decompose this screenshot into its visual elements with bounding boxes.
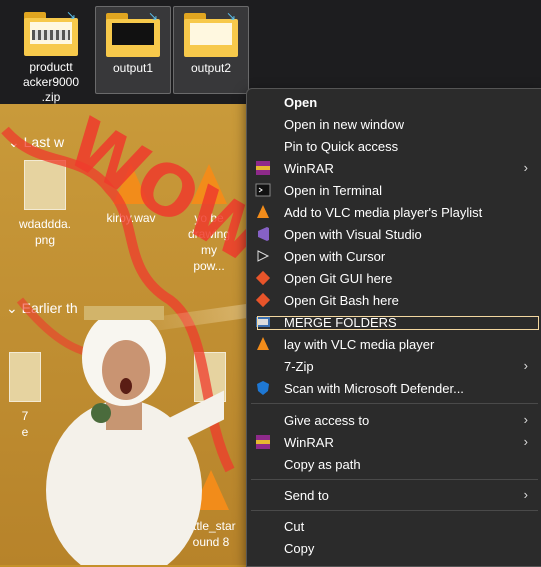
menu-item-open-terminal[interactable]: Open in Terminal: [247, 179, 541, 201]
menu-item-cut[interactable]: Cut: [247, 515, 541, 537]
git-icon: [255, 270, 271, 286]
menu-item-label: Give access to: [284, 413, 370, 428]
menu-item-label: Open: [284, 95, 318, 110]
menu-item-label: Add to VLC media player's Playlist: [284, 205, 483, 220]
menu-separator: [251, 510, 538, 511]
git-icon: [255, 292, 271, 308]
cloud-sync-icon: ↘: [225, 9, 236, 23]
menu-item-open[interactable]: Open: [247, 91, 541, 113]
pointing-man-overlay: [46, 306, 224, 565]
terminal-icon: [255, 183, 271, 197]
menu-item-give-access[interactable]: Give access to ›: [247, 409, 541, 431]
winrar-icon: [256, 161, 270, 175]
zip-file-item[interactable]: ↘ productt acker9000 .zip: [14, 6, 88, 104]
chevron-right-icon: ›: [523, 358, 528, 373]
menu-item-label: Open with Cursor: [284, 249, 386, 264]
chevron-right-icon: ›: [523, 412, 528, 427]
winrar-icon: [256, 435, 270, 449]
menu-item-copy[interactable]: Copy: [247, 537, 541, 559]
zip-folder-icon: ↘: [24, 8, 78, 56]
highlight-box: [257, 316, 539, 330]
vlc-icon: [257, 205, 269, 218]
folder-icon: ↘: [184, 9, 238, 57]
zip-file-label: productt acker9000 .zip: [22, 60, 80, 104]
cloud-sync-icon: ↘: [147, 9, 158, 23]
menu-item-label: Open Git Bash here: [284, 293, 399, 308]
menu-separator: [251, 403, 538, 404]
folder-output1[interactable]: ↘ output1: [95, 6, 171, 94]
context-menu: Open Open in new window Pin to Quick acc…: [246, 88, 541, 567]
menu-item-label: Copy as path: [284, 457, 361, 472]
menu-item-git-bash[interactable]: Open Git Bash here: [247, 289, 541, 311]
menu-item-label: Send to: [284, 488, 329, 503]
cursor-icon: [257, 250, 270, 262]
menu-item-defender-scan[interactable]: Scan with Microsoft Defender...: [247, 377, 541, 399]
folder-label: output2: [190, 61, 232, 75]
folder-output2[interactable]: ↘ output2: [173, 6, 249, 94]
menu-separator: [251, 479, 538, 480]
menu-item-open-new-window[interactable]: Open in new window: [247, 113, 541, 135]
folder-label: output1: [112, 61, 154, 75]
menu-item-winrar-2[interactable]: WinRAR ›: [247, 431, 541, 453]
menu-item-label: Scan with Microsoft Defender...: [284, 381, 464, 396]
menu-item-label: Pin to Quick access: [284, 139, 399, 154]
menu-item-play-vlc[interactable]: lay with VLC media player: [247, 333, 541, 355]
menu-item-label: WinRAR: [284, 161, 334, 176]
chevron-right-icon: ›: [523, 160, 528, 175]
menu-item-open-cursor[interactable]: Open with Cursor: [247, 245, 541, 267]
visual-studio-icon: [258, 227, 269, 241]
menu-item-label: lay with VLC media player: [284, 337, 435, 352]
menu-item-copy-as-path[interactable]: Copy as path: [247, 453, 541, 475]
chevron-right-icon: ›: [523, 434, 528, 449]
menu-item-pin-quick-access[interactable]: Pin to Quick access: [247, 135, 541, 157]
menu-item-open-visual-studio[interactable]: Open with Visual Studio: [247, 223, 541, 245]
menu-item-git-gui[interactable]: Open Git GUI here: [247, 267, 541, 289]
menu-item-label: Open in Terminal: [284, 183, 383, 198]
cloud-sync-icon: ↘: [65, 8, 76, 22]
folder-icon: ↘: [106, 9, 160, 57]
menu-item-label: Open in new window: [284, 117, 404, 132]
menu-item-add-vlc-playlist[interactable]: Add to VLC media player's Playlist: [247, 201, 541, 223]
menu-item-label: Cut: [284, 519, 305, 534]
vlc-icon: [257, 337, 269, 350]
menu-item-winrar[interactable]: WinRAR ›: [247, 157, 541, 179]
chevron-right-icon: ›: [523, 487, 528, 502]
menu-item-label: 7-Zip: [284, 359, 314, 374]
menu-item-send-to[interactable]: Send to ›: [247, 484, 541, 506]
defender-icon: [257, 381, 269, 395]
menu-item-7zip[interactable]: 7-Zip ›: [247, 355, 541, 377]
menu-item-label: Open with Visual Studio: [284, 227, 422, 242]
menu-item-label: WinRAR: [284, 435, 334, 450]
menu-item-label: Open Git GUI here: [284, 271, 393, 286]
menu-item-label: Copy: [284, 541, 315, 556]
